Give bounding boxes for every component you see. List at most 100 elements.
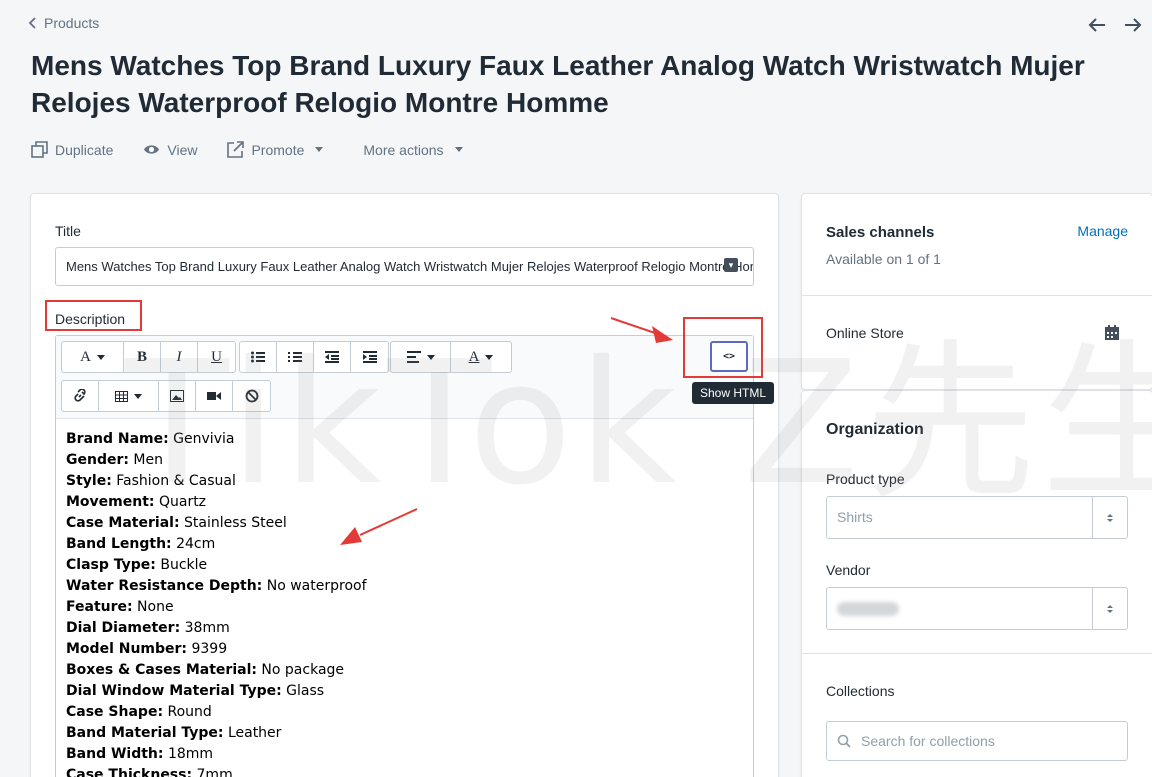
title-label: Title (55, 223, 81, 239)
description-label: Description (55, 311, 126, 327)
description-line: Case Thickness: 7mm (66, 765, 367, 777)
product-type-select[interactable]: Shirts (826, 496, 1128, 539)
caret-down-icon (134, 393, 142, 399)
organization-title: Organization (826, 421, 924, 438)
font-format-button[interactable]: A (62, 342, 124, 372)
duplicate-icon (31, 141, 48, 158)
description-line: Feature: None (66, 597, 367, 618)
next-product-arrow-icon[interactable] (1122, 14, 1144, 36)
numbered-list-icon[interactable] (277, 342, 314, 372)
caret-down-icon (96, 354, 105, 360)
description-value: None (132, 599, 174, 615)
clear-formatting-icon[interactable] (233, 381, 270, 411)
caret-down-icon (454, 147, 463, 152)
duplicate-label: Duplicate (55, 141, 114, 158)
description-editor[interactable]: A B I U A <> Show HTML Brand Name: Genvi… (55, 335, 775, 777)
divider (802, 653, 1152, 654)
description-value: Leather (223, 725, 282, 741)
indent-icon[interactable] (351, 342, 388, 372)
italic-button[interactable]: I (161, 342, 198, 372)
description-line: Case Shape: Round (66, 702, 367, 723)
link-icon[interactable] (62, 381, 99, 411)
outdent-icon[interactable] (314, 342, 351, 372)
sales-channels-title: Sales channels (826, 224, 935, 241)
product-type-label: Product type (826, 471, 905, 487)
description-key: Brand Name: (66, 431, 169, 447)
product-type-value: Shirts (837, 509, 873, 525)
description-key: Band Width: (66, 746, 164, 762)
video-icon[interactable] (196, 381, 233, 411)
editor-toolbar: A B I U A <> Show HTML (56, 336, 775, 419)
page-actions: Duplicate View Promote More actions (31, 141, 493, 158)
text-color-button[interactable]: A (451, 342, 511, 372)
description-value: Quartz (154, 494, 207, 510)
title-input[interactable]: Mens Watches Top Brand Luxury Faux Leath… (55, 247, 754, 286)
breadcrumb-products[interactable]: Products (28, 15, 99, 31)
search-icon (837, 734, 851, 748)
description-value: No package (256, 662, 345, 678)
align-left-icon (406, 351, 421, 363)
description-key: Style: (66, 473, 112, 489)
sales-channels-card: Sales channels Manage Available on 1 of … (801, 193, 1152, 390)
description-key: Model Number: (66, 641, 188, 657)
description-key: Case Material: (66, 515, 180, 531)
description-key: Case Thickness: (66, 767, 193, 777)
description-value: 9399 (187, 641, 228, 657)
table-button[interactable] (99, 381, 159, 411)
description-value: No waterproof (262, 578, 367, 594)
description-line: Dial Window Material Type: Glass (66, 681, 367, 702)
breadcrumb-label: Products (44, 15, 100, 31)
bullet-list-icon[interactable] (240, 342, 277, 372)
description-key: Movement: (66, 494, 155, 510)
select-arrows-icon (1092, 588, 1127, 629)
description-value: Round (163, 704, 212, 720)
caret-down-icon (485, 354, 494, 360)
table-icon (115, 390, 128, 402)
description-line: Clasp Type: Buckle (66, 555, 367, 576)
description-value: 24cm (171, 536, 216, 552)
duplicate-button[interactable]: Duplicate (31, 141, 113, 158)
description-line: Band Material Type: Leather (66, 723, 367, 744)
description-line: Model Number: 9399 (66, 639, 367, 660)
bold-button[interactable]: B (124, 342, 161, 372)
more-actions-button[interactable]: More actions (363, 142, 463, 158)
align-button[interactable] (391, 342, 451, 372)
description-line: Boxes & Cases Material: No package (66, 660, 367, 681)
divider (802, 295, 1152, 296)
previous-product-arrow-icon[interactable] (1086, 14, 1108, 36)
text-color-label: A (468, 348, 480, 365)
manage-link[interactable]: Manage (1077, 223, 1128, 239)
description-key: Dial Diameter: (66, 620, 181, 636)
calendar-icon[interactable] (1104, 325, 1120, 346)
vendor-value-redacted (837, 602, 899, 617)
description-key: Case Shape: (66, 704, 164, 720)
image-icon[interactable] (159, 381, 196, 411)
description-line: Gender: Men (66, 450, 367, 471)
chevron-left-icon (28, 17, 36, 29)
show-html-tooltip: Show HTML (692, 382, 775, 404)
description-value: Fashion & Casual (111, 473, 236, 489)
description-content[interactable]: Brand Name: Genvivia Gender: Men Style: Fa… (66, 429, 367, 777)
external-link-icon (227, 141, 245, 158)
toolbar-group-lists (239, 341, 389, 373)
annotation-box-show-html (683, 317, 763, 378)
description-key: Water Resistance Depth: (66, 578, 263, 594)
product-details-card: Title Mens Watches Top Brand Luxury Faux… (30, 193, 779, 777)
description-value: Glass (281, 683, 325, 699)
description-value: Buckle (155, 557, 208, 573)
select-arrows-icon (1092, 497, 1127, 538)
caret-down-icon (315, 147, 324, 152)
description-line: Band Width: 18mm (66, 744, 367, 765)
toolbar-group-align: A (390, 341, 512, 373)
description-key: Boxes & Cases Material: (66, 662, 257, 678)
promote-button[interactable]: Promote (227, 141, 324, 158)
collections-label: Collections (826, 683, 895, 699)
underline-button[interactable]: U (198, 342, 235, 372)
vendor-select[interactable] (826, 587, 1128, 630)
description-line: Water Resistance Depth: No waterproof (66, 576, 367, 597)
description-line: Case Material: Stainless Steel (66, 513, 367, 534)
description-value: 18mm (163, 746, 214, 762)
collections-search-input[interactable]: Search for collections (826, 721, 1128, 761)
online-store-label: Online Store (826, 325, 904, 341)
view-button[interactable]: View (143, 141, 197, 158)
